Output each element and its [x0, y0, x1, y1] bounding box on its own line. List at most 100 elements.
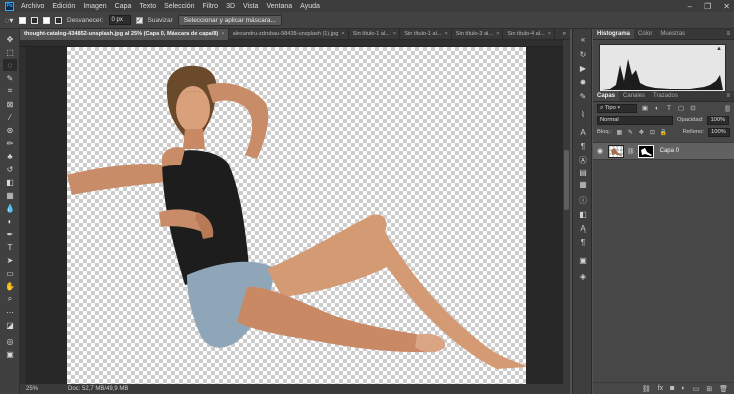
- tab-channels[interactable]: Canales: [619, 91, 649, 101]
- tab-sin-titulo-4[interactable]: Sin título-4 al... ×: [503, 29, 555, 40]
- clone-stamp-tool-icon[interactable]: ♣: [3, 150, 17, 162]
- quick-mask-icon[interactable]: ◎: [3, 335, 17, 347]
- close-icon[interactable]: ✕: [723, 2, 730, 11]
- visibility-eye-icon[interactable]: ◉: [597, 147, 605, 155]
- link-layers-icon[interactable]: ⛓: [642, 385, 651, 393]
- collapse-panels-icon[interactable]: «: [577, 34, 589, 45]
- canvas-area[interactable]: [27, 47, 563, 384]
- marquee-tool-icon[interactable]: ⬚: [3, 46, 17, 58]
- layer-style-icon[interactable]: fx: [658, 385, 663, 392]
- menu-texto[interactable]: Texto: [135, 3, 160, 10]
- menu-ayuda[interactable]: Ayuda: [296, 3, 324, 10]
- menu-vista[interactable]: Vista: [239, 3, 262, 10]
- close-tab-icon[interactable]: ×: [341, 29, 344, 40]
- trash-icon[interactable]: 🗑: [719, 385, 728, 393]
- close-tab-icon[interactable]: ×: [393, 29, 396, 40]
- tab-sin-titulo-1a[interactable]: Sin título-1 al... ×: [349, 29, 401, 40]
- screen-mode-icon[interactable]: ▣: [3, 348, 17, 360]
- menu-archivo[interactable]: Archivo: [17, 3, 48, 10]
- minimize-icon[interactable]: –: [688, 2, 692, 11]
- crop-tool-icon[interactable]: ⌗: [3, 85, 17, 97]
- properties-panel-icon[interactable]: ▤: [577, 167, 589, 178]
- layer-mask-thumbnail[interactable]: [637, 144, 654, 158]
- brushes-panel-icon[interactable]: ✎: [577, 91, 589, 102]
- glyphs-panel-icon[interactable]: Ⓐ: [577, 155, 589, 166]
- menu-imagen[interactable]: Imagen: [79, 3, 110, 10]
- info-panel-icon[interactable]: ⓘ: [577, 195, 589, 206]
- lock-image-pixels-icon[interactable]: ✎: [627, 128, 634, 136]
- color-panel-icon[interactable]: ◈: [577, 271, 589, 282]
- maximize-icon[interactable]: ❐: [704, 2, 711, 11]
- document-canvas[interactable]: [67, 47, 526, 384]
- menu-edicion[interactable]: Edición: [48, 3, 79, 10]
- layer-row[interactable]: ◉ ⛓ Capa 0: [593, 142, 734, 160]
- add-selection-icon[interactable]: [31, 16, 38, 24]
- intersect-selection-icon[interactable]: [55, 16, 62, 24]
- new-selection-icon[interactable]: [19, 16, 26, 24]
- menu-seleccion[interactable]: Selección: [160, 3, 198, 10]
- link-chain-icon[interactable]: ⛓: [627, 148, 635, 155]
- adjustments-panel-icon[interactable]: ✸: [577, 77, 589, 88]
- lasso-tool-icon[interactable]: ◌: [3, 59, 17, 71]
- new-group-icon[interactable]: ▭: [693, 385, 700, 393]
- layer-name[interactable]: Capa 0: [660, 148, 679, 154]
- hand-tool-icon[interactable]: ✋: [3, 280, 17, 292]
- paths-panel-icon[interactable]: ⌇: [577, 109, 589, 120]
- rectangle-tool-icon[interactable]: ▭: [3, 267, 17, 279]
- lock-all-icon[interactable]: 🔒: [660, 128, 667, 136]
- subtract-selection-icon[interactable]: [43, 16, 50, 24]
- quick-selection-tool-icon[interactable]: ✎: [3, 72, 17, 84]
- type-tool-icon[interactable]: T: [3, 241, 17, 253]
- history-panel-icon[interactable]: ↻: [577, 49, 589, 60]
- smooth-checkbox[interactable]: ✓: [135, 16, 143, 24]
- menu-3d[interactable]: 3D: [222, 3, 239, 10]
- character-panel-icon[interactable]: A: [577, 127, 589, 138]
- adjustment-filter-icon[interactable]: ◐: [653, 104, 661, 112]
- brush-tool-icon[interactable]: ✏: [3, 137, 17, 149]
- more-tools-icon[interactable]: ⋯: [3, 306, 17, 318]
- shape-filter-icon[interactable]: ▢: [677, 104, 685, 112]
- feather-input[interactable]: 0 px: [108, 15, 131, 25]
- path-selection-tool-icon[interactable]: ➤: [3, 254, 17, 266]
- type-filter-icon[interactable]: T: [665, 104, 673, 112]
- photoshop-logo-icon[interactable]: Ps: [5, 1, 14, 11]
- move-tool-icon[interactable]: ✥: [3, 33, 17, 45]
- close-tab-icon[interactable]: ×: [548, 29, 551, 40]
- menu-ventana[interactable]: Ventana: [262, 3, 296, 10]
- opacity-input[interactable]: 100%: [707, 115, 730, 125]
- gradient-tool-icon[interactable]: ▦: [3, 189, 17, 201]
- pen-tool-icon[interactable]: ✒: [3, 228, 17, 240]
- document-info[interactable]: Doc: 52,7 MB/49,9 MB: [68, 386, 128, 392]
- paragraph-panel-icon[interactable]: ¶: [577, 141, 589, 152]
- tab-layers[interactable]: Capas: [593, 91, 620, 101]
- tab-sin-titulo-3[interactable]: Sin título-3 al... ×: [452, 29, 504, 40]
- adjustment-layer-icon[interactable]: ◐: [681, 385, 685, 392]
- more-tabs-button[interactable]: »: [559, 29, 570, 39]
- vertical-ruler[interactable]: [20, 47, 27, 384]
- styles-panel-icon[interactable]: ◧: [577, 209, 589, 220]
- frame-tool-icon[interactable]: ⊠: [3, 98, 17, 110]
- character-styles-icon[interactable]: Ą: [577, 223, 589, 234]
- tab-color[interactable]: Color: [634, 29, 656, 39]
- tab-paths[interactable]: Trazados: [649, 91, 682, 101]
- cache-warning-icon[interactable]: ▲: [716, 46, 722, 52]
- blend-mode-select[interactable]: Normal: [597, 115, 673, 125]
- lock-artboard-icon[interactable]: ⊡: [649, 128, 656, 136]
- horizontal-ruler[interactable]: [20, 40, 570, 47]
- paragraph-styles-icon[interactable]: ¶: [577, 237, 589, 248]
- lasso-preset-icon[interactable]: ◌▾: [4, 15, 14, 25]
- tab-histogram[interactable]: Histograma: [593, 29, 635, 39]
- zoom-level[interactable]: 25%: [26, 386, 38, 392]
- actions-panel-icon[interactable]: ▶: [577, 63, 589, 74]
- foreground-background-color-icon[interactable]: ◪: [3, 319, 17, 331]
- dodge-tool-icon[interactable]: ◐: [3, 215, 17, 227]
- scrollbar-thumb[interactable]: [564, 150, 569, 210]
- panel-menu-icon[interactable]: ≡: [722, 91, 734, 101]
- eyedropper-tool-icon[interactable]: ⁄: [3, 111, 17, 123]
- history-brush-tool-icon[interactable]: ↺: [3, 163, 17, 175]
- healing-brush-tool-icon[interactable]: ⊛: [3, 124, 17, 136]
- menu-capa[interactable]: Capa: [111, 3, 136, 10]
- close-tab-icon[interactable]: ×: [496, 29, 499, 40]
- close-tab-icon[interactable]: ×: [221, 29, 224, 40]
- select-and-mask-button[interactable]: Seleccionar y aplicar máscara...: [177, 14, 282, 26]
